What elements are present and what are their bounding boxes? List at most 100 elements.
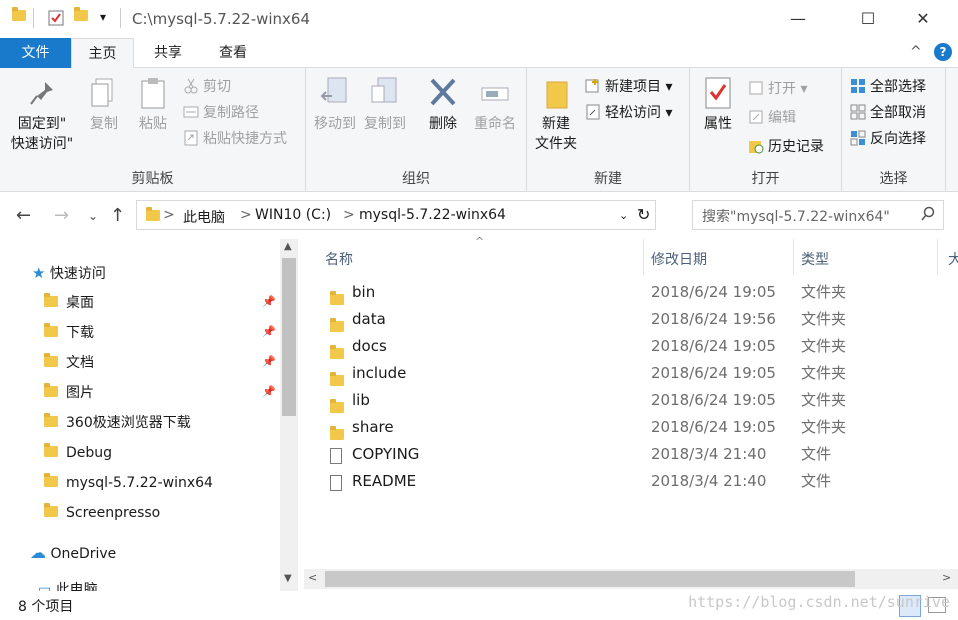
column-separator[interactable] [643,239,644,275]
pin-label-2: 快速访问" [10,136,74,152]
minimize-button[interactable]: — [775,0,821,38]
file-date: 2018/6/24 19:05 [651,283,776,301]
address-bar[interactable]: > 此电脑 > WIN10 (C:) > mysql-5.7.22-winx64… [136,200,656,230]
rename-button[interactable]: 重命名 [469,76,521,134]
copy-path-button[interactable]: 复制路径 [183,103,259,123]
close-button[interactable]: ✕ [900,0,946,38]
column-header-name[interactable]: 名称 [325,245,353,275]
nav-item[interactable]: 360极速浏览器下载 [44,408,191,438]
search-box[interactable]: 搜索"mysql-5.7.22-winx64" [692,200,944,230]
file-row[interactable]: docs 2018/6/24 19:05 文件夹 [300,333,940,360]
breadcrumb-this-pc[interactable]: 此电脑 [183,207,225,227]
properties-button[interactable]: 属性 [696,76,740,134]
file-date: 2018/6/24 19:05 [651,418,776,436]
new-group-label: 新建 [594,171,622,187]
properties-qa-icon[interactable] [48,10,64,26]
file-row[interactable]: include 2018/6/24 19:05 文件夹 [300,360,940,387]
file-row[interactable]: bin 2018/6/24 19:05 文件夹 [300,279,940,306]
scroll-down-icon[interactable]: ▼ [284,573,292,584]
column-header-size[interactable]: 大 [948,245,958,275]
column-separator[interactable] [937,239,938,275]
search-icon[interactable] [921,206,935,226]
breadcrumb-drive[interactable]: WIN10 (C:) [255,207,331,223]
select-none-button[interactable]: 全部取消 [850,103,926,123]
nav-this-pc[interactable]: ▭ 此电脑 [38,575,98,591]
paste-icon [138,76,168,110]
file-name: share [352,418,394,436]
nav-item[interactable]: Screenpresso [44,498,160,528]
delete-button[interactable]: 删除 [422,76,464,134]
open-group-label: 打开 [751,171,780,187]
invert-selection-button[interactable]: 反向选择 [850,129,926,149]
column-header-date[interactable]: 修改日期 [651,245,707,275]
cut-button[interactable]: 剪切 [183,77,231,97]
tab-home[interactable]: 主页 [71,38,134,69]
folder-icon [44,383,58,397]
file-row[interactable]: data 2018/6/24 19:56 文件夹 [300,306,940,333]
column-header-type[interactable]: 类型 [801,245,829,275]
pin-quick-access-button[interactable]: 固定到" 快速访问" [8,76,76,154]
file-name: COPYING [352,445,420,463]
help-icon[interactable]: ? [934,43,952,61]
organize-group-label: 组织 [402,171,430,187]
nav-scroll-thumb[interactable] [282,258,296,416]
address-dropdown-icon[interactable]: ⌄ [619,209,628,222]
nav-item[interactable]: 桌面 [44,288,94,318]
breadcrumb-separator: > [240,207,252,223]
file-row[interactable]: README 2018/3/4 21:40 文件 [300,468,940,495]
collapse-ribbon-icon[interactable]: ^ [910,44,922,60]
file-name: README [352,472,417,490]
maximize-button[interactable]: ☐ [845,0,891,38]
file-row[interactable]: COPYING 2018/3/4 21:40 文件 [300,441,940,468]
edit-icon [748,109,764,125]
qa-dropdown-icon[interactable]: ▾ [100,10,106,24]
edit-button[interactable]: 编辑 [748,108,796,128]
tab-share[interactable]: 共享 [138,38,198,68]
back-arrow-icon[interactable]: ← [16,205,31,226]
tab-file[interactable]: 文件 [0,38,71,68]
move-to-button[interactable]: 移动到 [312,76,358,134]
copy-button[interactable]: 复制 [82,76,126,134]
nav-item[interactable]: 下载 [44,318,94,348]
scroll-right-icon[interactable]: > [942,571,951,584]
refresh-icon[interactable]: ↻ [637,205,650,224]
file-row[interactable]: share 2018/6/24 19:05 文件夹 [300,414,940,441]
scroll-left-icon[interactable]: < [308,571,317,584]
horizontal-scroll-thumb[interactable] [325,571,855,587]
nav-quick-access[interactable]: ★ 快速访问 [32,258,106,288]
history-button[interactable]: 历史记录 [748,137,824,157]
new-item-button[interactable]: 新建项目 ▾ [585,77,672,97]
nav-item[interactable]: Debug [44,438,112,468]
column-separator[interactable] [793,239,794,275]
pin-icon[interactable]: 📌 [262,355,276,368]
pin-icon[interactable]: 📌 [262,385,276,398]
easy-access-icon [585,104,601,120]
select-all-button[interactable]: 全部选择 [850,77,926,97]
nav-item[interactable]: mysql-5.7.22-winx64 [44,468,213,498]
file-type: 文件夹 [801,418,847,436]
nav-item[interactable]: 文档 [44,348,94,378]
paste-button[interactable]: 粘贴 [131,76,175,134]
breadcrumb-folder[interactable]: mysql-5.7.22-winx64 [359,207,506,223]
nav-item[interactable]: 图片 [44,378,94,408]
forward-arrow-icon[interactable]: → [54,205,69,226]
pin-icon[interactable]: 📌 [262,325,276,338]
file-row[interactable]: lib 2018/6/24 19:05 文件夹 [300,387,940,414]
recent-locations-chevron-icon[interactable]: ⌄ [88,209,98,223]
easy-access-button[interactable]: 轻松访问 ▾ [585,103,672,123]
open-button[interactable]: 打开 ▾ [748,79,807,99]
new-folder-qa-icon[interactable] [74,7,90,26]
up-arrow-icon[interactable]: ↑ [110,205,125,226]
search-input[interactable]: 搜索"mysql-5.7.22-winx64" [702,206,890,226]
copy-to-button[interactable]: 复制到 [362,76,408,134]
nav-onedrive[interactable]: ☁ OneDrive [30,538,116,568]
folder-icon [44,473,58,487]
folder-icon [44,293,58,307]
scroll-up-icon[interactable]: ▲ [284,241,292,252]
divider [33,8,34,28]
tab-view[interactable]: 查看 [203,38,263,68]
new-folder-button[interactable]: 新建 文件夹 [531,76,581,154]
pin-icon[interactable]: 📌 [262,295,276,308]
paste-shortcut-button[interactable]: 粘贴快捷方式 [183,129,287,149]
computer-icon: ▭ [38,582,52,591]
